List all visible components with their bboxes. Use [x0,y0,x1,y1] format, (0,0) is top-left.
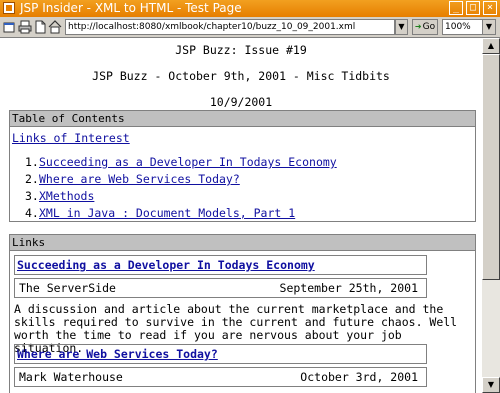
item-number: 2. [25,172,39,186]
toc-list: 1.Succeeding as a Developer In Todays Ec… [25,154,337,222]
item-number: 3. [25,189,39,203]
entry-meta: Mark Waterhouse October 3rd, 2001 [14,367,427,387]
toc-link[interactable]: XMethods [39,189,94,203]
maximize-button[interactable]: □ [466,1,480,15]
entry-date: October 3rd, 2001 [300,370,418,384]
list-item: 4.XML in Java : Document Models, Part 1 [25,205,337,222]
entry-date: September 25th, 2001 [279,281,418,295]
toc-heading: Table of Contents [9,110,476,127]
entry-title: Where are Web Services Today? [14,344,427,364]
new-window-icon[interactable] [3,20,17,34]
page-icon[interactable] [33,20,47,34]
go-button[interactable]: ➜ Go [412,19,438,35]
entry-title-link[interactable]: Succeeding as a Developer In Todays Econ… [17,258,315,272]
toc-link[interactable]: XML in Java : Document Models, Part 1 [39,206,295,220]
page-content: JSP Buzz: Issue #19 JSP Buzz - October 9… [0,38,482,393]
entry-title-link[interactable]: Where are Web Services Today? [17,347,218,361]
window-title: JSP Insider - XML to HTML - Test Page [20,1,242,15]
scrollbar-thumb[interactable] [482,54,500,280]
go-arrow-icon: ➜ [414,22,422,31]
vertical-scrollbar[interactable]: ▲ ▼ [482,38,500,393]
entry-title: Succeeding as a Developer In Todays Econ… [14,255,427,275]
close-button[interactable]: × [483,1,497,15]
issue-subtitle: JSP Buzz - October 9th, 2001 - Misc Tidb… [92,69,390,83]
chevron-down-icon: ▼ [482,20,495,34]
address-dropdown-button[interactable]: ▼ [395,19,408,35]
entry-source: Mark Waterhouse [19,370,123,384]
item-number: 1. [25,155,39,169]
address-bar[interactable]: http://localhost:8080/xmlbook/chapter10/… [65,19,395,35]
issue-date: 10/9/2001 [209,95,273,109]
entry-meta: The ServerSide September 25th, 2001 [14,278,427,298]
zoom-select[interactable]: 100% ▼ [442,19,496,35]
home-icon[interactable] [48,20,62,34]
scroll-down-button[interactable]: ▼ [482,377,500,393]
zoom-value: 100% [445,22,471,32]
toc-link[interactable]: Where are Web Services Today? [39,172,240,186]
app-icon[interactable] [3,2,15,14]
item-number: 4. [25,206,39,220]
minimize-button[interactable]: _ [449,1,463,15]
list-item: 1.Succeeding as a Developer In Todays Ec… [25,154,337,171]
links-heading: Links [9,234,476,251]
entry-source: The ServerSide [19,281,116,295]
print-icon[interactable] [18,20,32,34]
issue-title: JSP Buzz: Issue #19 [175,43,307,57]
list-item: 3.XMethods [25,188,337,205]
go-label: Go [422,22,436,32]
links-of-interest-link[interactable]: Links of Interest [12,131,130,145]
title-bar: JSP Insider - XML to HTML - Test Page _ … [0,0,500,17]
toc-link[interactable]: Succeeding as a Developer In Todays Econ… [39,155,337,169]
list-item: 2.Where are Web Services Today? [25,171,337,188]
scroll-up-button[interactable]: ▲ [482,38,500,54]
navigation-toolbar: http://localhost:8080/xmlbook/chapter10/… [0,17,500,38]
window-controls: _ □ × [449,1,497,15]
